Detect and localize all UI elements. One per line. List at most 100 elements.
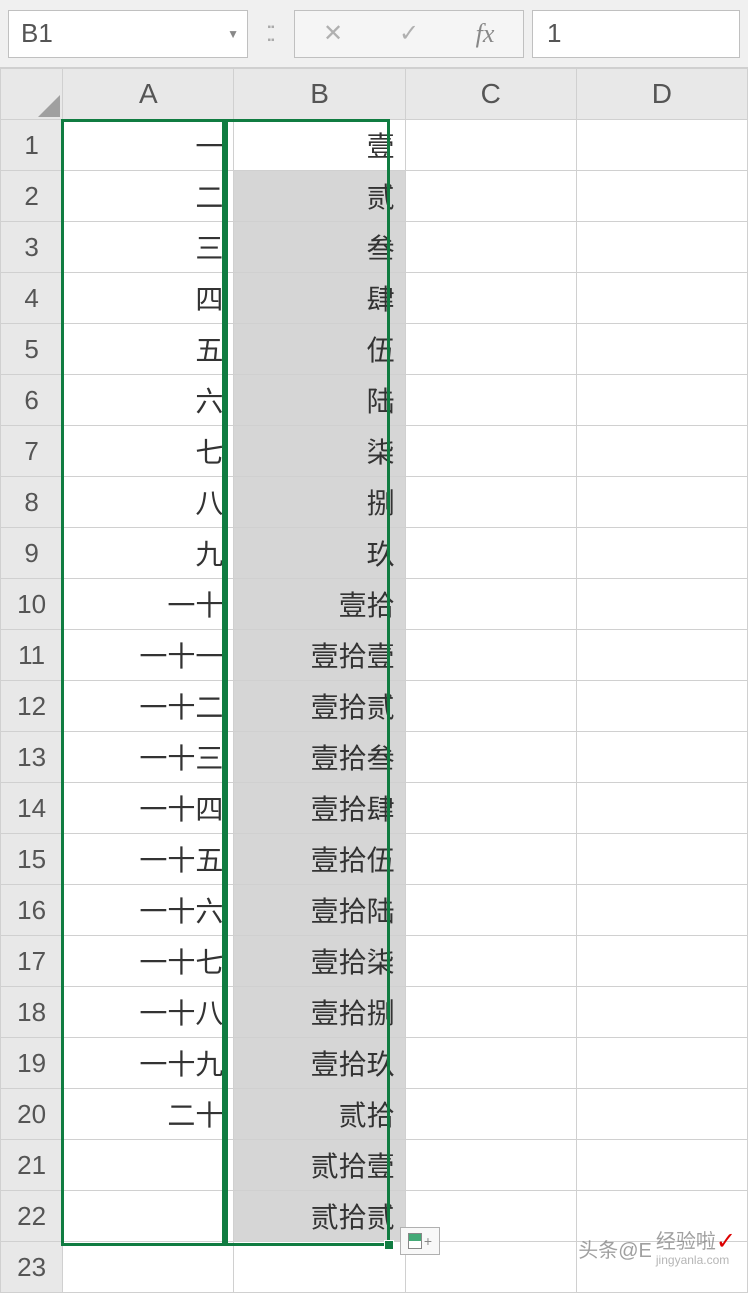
cell[interactable] (576, 1089, 747, 1140)
cell[interactable]: 五 (63, 324, 234, 375)
cell[interactable]: 玖 (234, 528, 405, 579)
cell[interactable] (576, 375, 747, 426)
row-header[interactable]: 21 (1, 1140, 63, 1191)
cell[interactable] (576, 630, 747, 681)
cell[interactable]: 四 (63, 273, 234, 324)
cell[interactable] (576, 120, 747, 171)
cell[interactable]: 壹拾 (234, 579, 405, 630)
row-header[interactable]: 5 (1, 324, 63, 375)
select-all-corner[interactable] (1, 69, 63, 120)
spreadsheet-grid[interactable]: A B C D 1一壹2二贰3三叁4四肆5五伍6六陆7七柒8八捌9九玖10一十壹… (0, 68, 748, 1293)
cell[interactable] (405, 324, 576, 375)
cell[interactable] (576, 885, 747, 936)
row-header[interactable]: 23 (1, 1242, 63, 1293)
row-header[interactable]: 3 (1, 222, 63, 273)
row-header[interactable]: 7 (1, 426, 63, 477)
row-header[interactable]: 18 (1, 987, 63, 1038)
cell[interactable]: 壹拾柒 (234, 936, 405, 987)
cell[interactable] (576, 987, 747, 1038)
cell[interactable]: 壹拾肆 (234, 783, 405, 834)
row-header[interactable]: 10 (1, 579, 63, 630)
cell[interactable] (405, 375, 576, 426)
cell[interactable] (576, 426, 747, 477)
cell[interactable] (576, 477, 747, 528)
cell[interactable] (405, 273, 576, 324)
cell[interactable]: 一十九 (63, 1038, 234, 1089)
cell[interactable]: 一十二 (63, 681, 234, 732)
cell[interactable] (576, 171, 747, 222)
cell[interactable]: 叁 (234, 222, 405, 273)
cell[interactable] (405, 120, 576, 171)
cell[interactable]: 壹拾叁 (234, 732, 405, 783)
row-header[interactable]: 8 (1, 477, 63, 528)
row-header[interactable]: 17 (1, 936, 63, 987)
cell[interactable]: 一十七 (63, 936, 234, 987)
cell[interactable]: 壹 (234, 120, 405, 171)
row-header[interactable]: 13 (1, 732, 63, 783)
cell[interactable] (405, 528, 576, 579)
enter-icon[interactable]: ✓ (379, 19, 439, 48)
cell[interactable] (576, 528, 747, 579)
row-header[interactable]: 22 (1, 1191, 63, 1242)
cell[interactable] (405, 1089, 576, 1140)
cell[interactable]: 贰 (234, 171, 405, 222)
cell[interactable]: 九 (63, 528, 234, 579)
cell[interactable] (576, 681, 747, 732)
cell[interactable]: 捌 (234, 477, 405, 528)
cell[interactable] (405, 681, 576, 732)
cell[interactable]: 肆 (234, 273, 405, 324)
row-header[interactable]: 11 (1, 630, 63, 681)
cell[interactable]: 一 (63, 120, 234, 171)
cell[interactable]: 壹拾贰 (234, 681, 405, 732)
column-header-b[interactable]: B (234, 69, 405, 120)
cell[interactable]: 陆 (234, 375, 405, 426)
cell[interactable] (405, 630, 576, 681)
cell[interactable] (405, 579, 576, 630)
row-header[interactable]: 14 (1, 783, 63, 834)
fill-handle[interactable] (384, 1240, 394, 1250)
cell[interactable] (405, 171, 576, 222)
column-header-d[interactable]: D (576, 69, 747, 120)
cell[interactable] (405, 732, 576, 783)
cell[interactable] (405, 477, 576, 528)
cell[interactable] (576, 1140, 747, 1191)
cell[interactable] (63, 1140, 234, 1191)
cell[interactable] (405, 1140, 576, 1191)
row-header[interactable]: 19 (1, 1038, 63, 1089)
cancel-icon[interactable]: ✕ (303, 19, 363, 48)
cell[interactable] (405, 936, 576, 987)
cell[interactable]: 八 (63, 477, 234, 528)
cell[interactable] (63, 1242, 234, 1293)
cell[interactable]: 壹拾捌 (234, 987, 405, 1038)
cell[interactable]: 一十四 (63, 783, 234, 834)
row-header[interactable]: 2 (1, 171, 63, 222)
fx-icon[interactable]: fx (455, 19, 515, 49)
column-header-a[interactable]: A (63, 69, 234, 120)
row-header[interactable]: 1 (1, 120, 63, 171)
cell[interactable] (576, 834, 747, 885)
cell[interactable] (576, 222, 747, 273)
formula-expand-icon[interactable]: ▪▪ ▪▪ (256, 22, 286, 46)
cell[interactable]: 一十五 (63, 834, 234, 885)
cell[interactable]: 一十六 (63, 885, 234, 936)
cell[interactable] (405, 987, 576, 1038)
cell[interactable]: 一十八 (63, 987, 234, 1038)
paste-options-button[interactable]: + (400, 1227, 440, 1255)
cell[interactable] (405, 834, 576, 885)
cell[interactable]: 七 (63, 426, 234, 477)
cell[interactable]: 贰拾 (234, 1089, 405, 1140)
cell[interactable]: 壹拾玖 (234, 1038, 405, 1089)
row-header[interactable]: 12 (1, 681, 63, 732)
cell[interactable]: 三 (63, 222, 234, 273)
cell[interactable]: 二 (63, 171, 234, 222)
cell[interactable] (63, 1191, 234, 1242)
cell[interactable] (405, 426, 576, 477)
cell[interactable]: 贰拾贰 (234, 1191, 405, 1242)
cell[interactable]: 一十一 (63, 630, 234, 681)
cell[interactable]: 柒 (234, 426, 405, 477)
cell[interactable]: 一十 (63, 579, 234, 630)
row-header[interactable]: 4 (1, 273, 63, 324)
column-header-c[interactable]: C (405, 69, 576, 120)
cell[interactable] (576, 273, 747, 324)
row-header[interactable]: 6 (1, 375, 63, 426)
